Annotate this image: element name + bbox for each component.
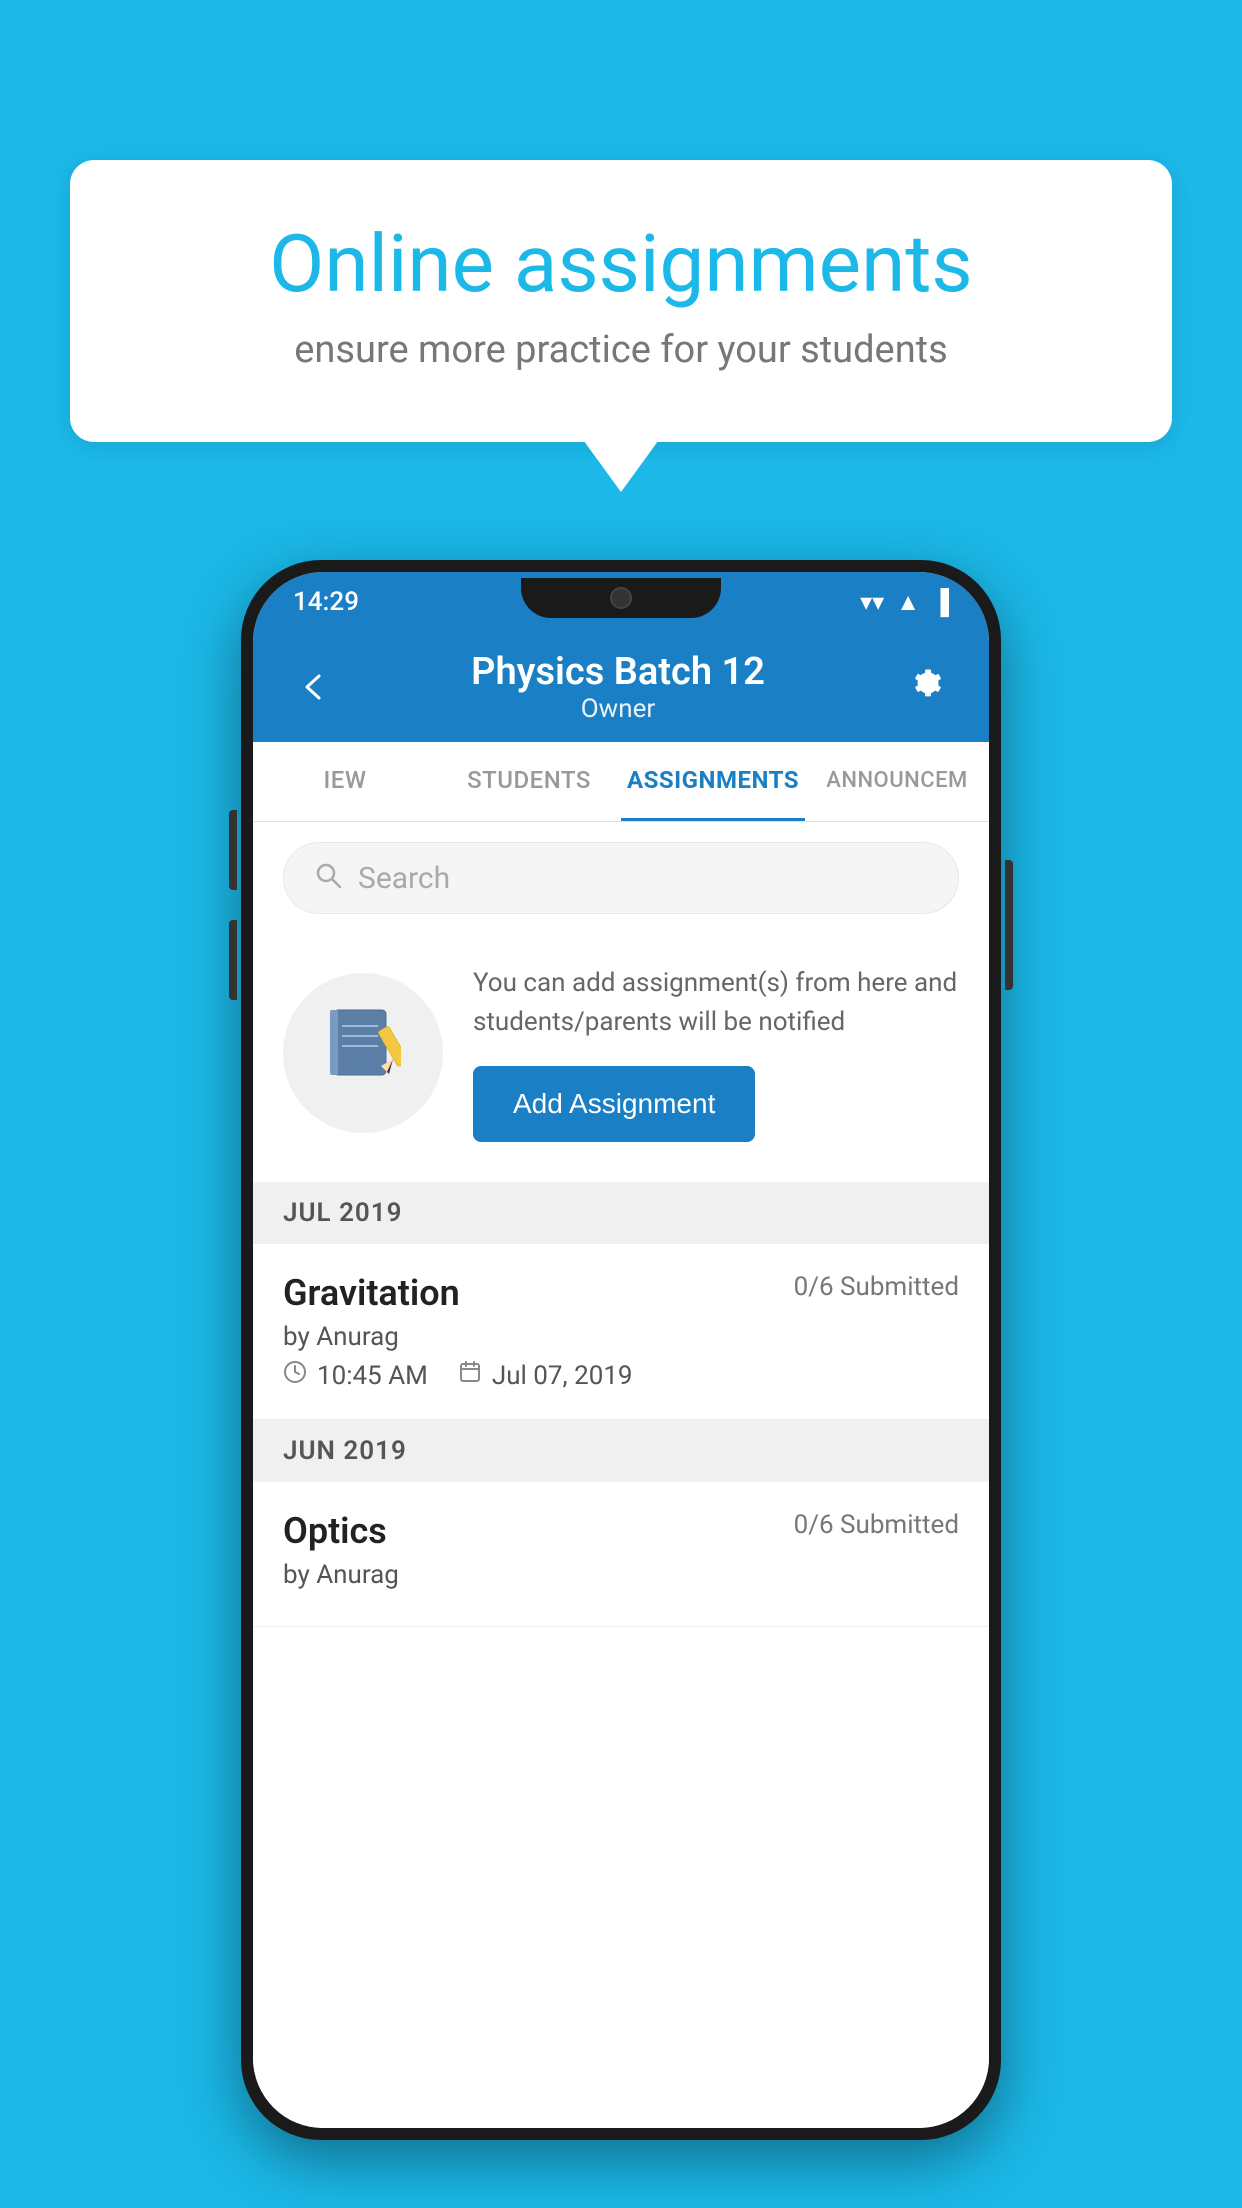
table-row[interactable]: Optics 0/6 Submitted by Anurag [253,1482,989,1627]
assignment-icon-circle [283,973,443,1133]
top-bar-center: Physics Batch 12 Owner [339,650,897,724]
search-icon [314,859,342,897]
add-assignment-button[interactable]: Add Assignment [473,1066,755,1142]
status-time: 14:29 [293,587,359,617]
speech-bubble: Online assignments ensure more practice … [70,160,1172,442]
assignment-row-header: Gravitation 0/6 Submitted [283,1272,959,1314]
settings-button[interactable] [897,654,953,721]
phone-camera [610,587,632,609]
add-assignment-description: You can add assignment(s) from here and … [473,964,959,1042]
battery-icon: ▐ [932,588,949,617]
notebook-icon [326,1004,401,1102]
search-container: Search [253,822,989,934]
tabs-bar: IEW STUDENTS ASSIGNMENTS ANNOUNCEM [253,742,989,822]
section-header-jul: JUL 2019 [253,1182,989,1244]
signal-icon: ▲ [896,588,920,617]
speech-bubble-title: Online assignments [150,220,1092,308]
main-content: Search [253,822,989,2128]
volume-up-button [229,810,237,890]
tab-assignments[interactable]: ASSIGNMENTS [621,742,805,821]
assignment-name: Optics [283,1510,387,1552]
phone-frame: 14:29 ▾▾ ▲ ▐ Physics Batch 12 Owner [241,560,1001,2140]
speech-bubble-subtitle: ensure more practice for your students [150,328,1092,372]
assignment-submitted: 0/6 Submitted [794,1272,959,1302]
assignment-submitted: 0/6 Submitted [794,1510,959,1540]
clock-icon [283,1360,307,1391]
phone-screen: 14:29 ▾▾ ▲ ▐ Physics Batch 12 Owner [253,572,989,2128]
assignment-meta: 10:45 AM Jul 07, 2019 [283,1360,959,1391]
power-button [1005,860,1013,990]
volume-down-button [229,920,237,1000]
table-row[interactable]: Gravitation 0/6 Submitted by Anurag [253,1244,989,1420]
wifi-icon: ▾▾ [860,588,884,616]
assignment-by: by Anurag [283,1322,959,1352]
page-subtitle: Owner [339,694,897,724]
speech-bubble-container: Online assignments ensure more practice … [70,160,1172,442]
top-bar: Physics Batch 12 Owner [253,632,989,742]
search-bar[interactable]: Search [283,842,959,914]
page-title: Physics Batch 12 [339,650,897,694]
assignment-row-header: Optics 0/6 Submitted [283,1510,959,1552]
tab-iew[interactable]: IEW [253,742,437,821]
assignment-time: 10:45 AM [283,1360,428,1391]
add-assignment-card: You can add assignment(s) from here and … [253,934,989,1172]
back-button[interactable] [289,651,339,723]
search-placeholder: Search [358,861,450,896]
tab-students[interactable]: STUDENTS [437,742,621,821]
assignment-date: Jul 07, 2019 [458,1360,633,1391]
add-assignment-right: You can add assignment(s) from here and … [473,964,959,1142]
phone-notch [521,578,721,618]
section-header-jun: JUN 2019 [253,1420,989,1482]
calendar-icon [458,1360,482,1391]
assignment-by: by Anurag [283,1560,959,1590]
tab-announcements[interactable]: ANNOUNCEM [805,742,989,821]
assignment-name: Gravitation [283,1272,460,1314]
status-icons: ▾▾ ▲ ▐ [860,588,949,617]
